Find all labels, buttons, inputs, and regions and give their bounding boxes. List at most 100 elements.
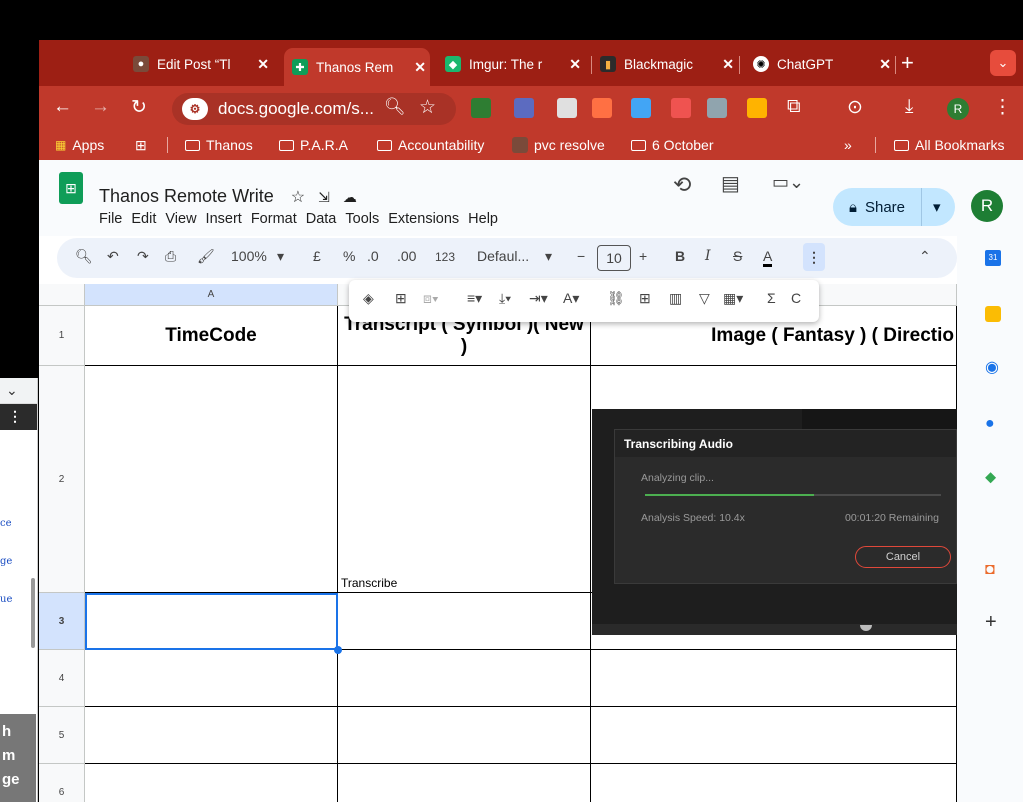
bold-button[interactable]: B: [675, 248, 685, 264]
extension-calendar-icon[interactable]: [671, 98, 691, 118]
borders-icon[interactable]: ⊞: [395, 290, 407, 307]
menu-insert[interactable]: Insert: [206, 211, 242, 227]
calendar-icon[interactable]: 31: [985, 250, 1001, 266]
row-header-5[interactable]: 5: [39, 707, 85, 764]
tab-chatgpt[interactable]: ✺ ChatGPT ✕: [745, 50, 895, 78]
horizontal-align-icon[interactable]: ≡▾: [467, 290, 482, 307]
column-header-a[interactable]: A: [85, 284, 338, 306]
contacts-icon[interactable]: ●: [985, 416, 1001, 432]
cell-b2[interactable]: Transcribe: [338, 366, 591, 593]
tab-thanos-sheet[interactable]: ✚ Thanos Rem ✕: [284, 48, 430, 86]
currency-format-button[interactable]: £: [313, 248, 321, 264]
menu-extensions[interactable]: Extensions: [388, 211, 459, 227]
share-button[interactable]: 🔒︎ Share ▾: [833, 188, 955, 226]
fill-handle[interactable]: [334, 646, 342, 654]
tab-groups-icon[interactable]: ⊞: [135, 137, 147, 154]
print-icon[interactable]: ⎙: [165, 248, 176, 265]
site-settings-icon[interactable]: ⚙: [182, 98, 208, 120]
close-icon[interactable]: ✕: [569, 56, 581, 73]
more-vert-icon[interactable]: ⋮: [993, 96, 1012, 119]
forward-arrow-icon[interactable]: →: [91, 96, 110, 118]
account-avatar[interactable]: R: [971, 190, 1003, 222]
italic-button[interactable]: I: [705, 248, 711, 264]
menu-edit[interactable]: Edit: [131, 211, 156, 227]
number-format-button[interactable]: 123: [435, 250, 455, 264]
tab-imgur[interactable]: ◆ Imgur: The r ✕: [437, 50, 585, 78]
star-icon[interactable]: ☆: [291, 189, 305, 206]
share-dropdown-icon[interactable]: ▾: [933, 198, 941, 216]
scrollbar[interactable]: [31, 578, 35, 648]
extension-screen-icon[interactable]: [631, 98, 651, 118]
cell-b3[interactable]: [338, 593, 591, 650]
undo-icon[interactable]: ↶: [107, 248, 119, 265]
more-options-icon[interactable]: ⋮: [803, 243, 825, 271]
cell-c6[interactable]: [591, 764, 957, 802]
lens-icon[interactable]: ⊙: [847, 96, 863, 119]
text-color-button[interactable]: A: [763, 248, 773, 267]
doc-title[interactable]: Thanos Remote Write: [99, 186, 274, 206]
profile-avatar[interactable]: R: [947, 98, 969, 120]
decrease-font-size-icon[interactable]: −: [577, 248, 585, 264]
bookmark-para[interactable]: P.A.R.A: [279, 137, 348, 153]
sheets-logo-icon[interactable]: ⊞: [59, 172, 83, 204]
move-folder-icon[interactable]: ⇲: [318, 189, 330, 205]
version-history-icon[interactable]: ⟲: [673, 172, 691, 198]
insert-chart-icon[interactable]: ▥: [669, 290, 682, 307]
filter-views-icon[interactable]: ▦▾: [723, 290, 743, 307]
close-icon[interactable]: ✕: [722, 56, 734, 73]
text-rotation-icon[interactable]: A▾: [563, 290, 579, 307]
cell-a2[interactable]: [85, 366, 338, 593]
menu-help[interactable]: Help: [468, 211, 498, 227]
zoom-search-icon[interactable]: 🔍︎: [384, 97, 406, 117]
increase-decimal-button[interactable]: .00: [397, 248, 416, 264]
cell-a5[interactable]: [85, 707, 338, 764]
cell-c5[interactable]: [591, 707, 957, 764]
menu-data[interactable]: Data: [306, 211, 337, 227]
reload-icon[interactable]: ↻: [131, 96, 147, 119]
tab-search-chevron-icon[interactable]: ⌄: [990, 50, 1016, 76]
menu-file[interactable]: File: [99, 211, 122, 227]
download-icon[interactable]: ⤓: [905, 96, 913, 118]
menu-tools[interactable]: Tools: [345, 211, 379, 227]
percent-format-button[interactable]: %: [343, 248, 355, 264]
chevron-down-icon[interactable]: ⌄: [0, 378, 37, 404]
text-wrapping-icon[interactable]: ⇥▾: [529, 290, 548, 307]
fill-color-icon[interactable]: ◈: [363, 290, 374, 307]
bookmarks-overflow-button[interactable]: »: [844, 137, 852, 153]
more-vert-icon[interactable]: ⋮: [0, 404, 37, 430]
bookmark-all[interactable]: All Bookmarks: [894, 137, 1004, 153]
bookmark-pvc-resolve[interactable]: pvc resolve: [512, 137, 605, 153]
extensions-puzzle-icon[interactable]: ⧉: [787, 96, 801, 118]
row-header-6[interactable]: 6: [39, 764, 85, 802]
vertical-align-icon[interactable]: ⤓▾: [499, 290, 511, 307]
extension-reader-icon[interactable]: [514, 98, 534, 118]
extension-slack-icon[interactable]: [471, 98, 491, 118]
bookmark-apps[interactable]: ▦ Apps: [55, 137, 104, 153]
office-icon[interactable]: ◘: [985, 562, 1001, 578]
cell-c4[interactable]: [591, 650, 957, 707]
decrease-decimal-button[interactable]: .0: [367, 248, 379, 264]
address-bar[interactable]: ⚙ docs.google.com/s...: [172, 93, 456, 125]
merge-cells-icon[interactable]: ⧈▾: [423, 290, 439, 307]
font-size-input[interactable]: 10: [597, 245, 631, 271]
cell-b6[interactable]: [338, 764, 591, 802]
filter-icon[interactable]: ▽: [699, 290, 710, 307]
bookmark-accountability[interactable]: Accountability: [377, 137, 484, 153]
increase-font-size-icon[interactable]: +: [639, 248, 647, 264]
functions-button[interactable]: Σ: [767, 290, 776, 306]
strikethrough-icon[interactable]: S: [733, 248, 742, 264]
menu-view[interactable]: View: [165, 211, 196, 227]
cancel-button[interactable]: Cancel: [855, 546, 951, 568]
tab-edit-post[interactable]: ● Edit Post “Tl ✕: [125, 50, 273, 78]
row-header-1[interactable]: 1: [39, 306, 85, 366]
bookmark-6-october[interactable]: 6 October: [631, 137, 713, 153]
row-header-4[interactable]: 4: [39, 650, 85, 707]
cell-b4[interactable]: [338, 650, 591, 707]
redo-icon[interactable]: ↷: [137, 248, 149, 265]
chevron-down-icon[interactable]: ▾: [545, 248, 552, 265]
font-select[interactable]: Defaul...: [477, 248, 529, 264]
cell-a1[interactable]: TimeCode: [85, 306, 338, 366]
keep-icon[interactable]: [985, 306, 1001, 322]
close-icon[interactable]: ✕: [257, 56, 269, 73]
zoom-select[interactable]: 100%: [231, 248, 267, 264]
